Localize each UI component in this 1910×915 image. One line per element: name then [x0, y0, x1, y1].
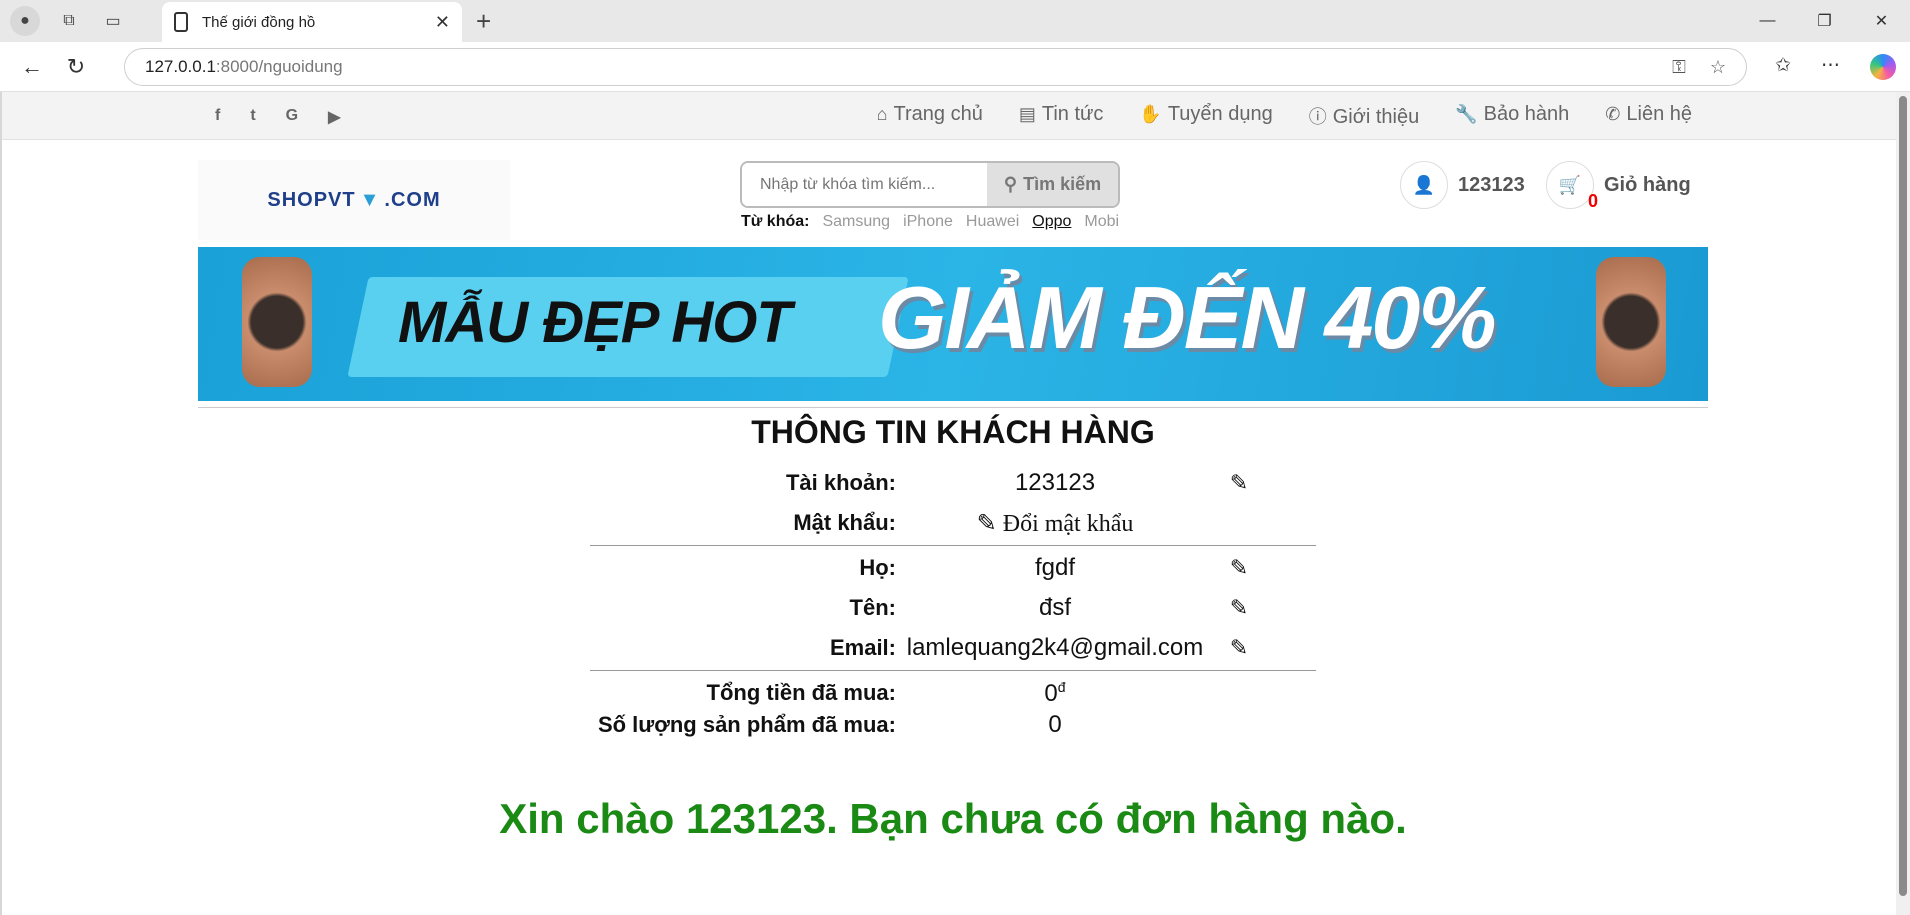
- search-button[interactable]: ⚲ Tìm kiếm: [987, 163, 1118, 206]
- wrench-icon: 🔧: [1455, 104, 1478, 124]
- close-tab-icon[interactable]: ✕: [435, 12, 450, 33]
- total-value: 0đ: [1044, 678, 1066, 707]
- twitter-icon[interactable]: t: [250, 107, 255, 127]
- account-row: Tài khoản: 123123 ✎: [590, 463, 1316, 503]
- menu-about[interactable]: ⓘ Giới thiệu: [1309, 103, 1419, 129]
- menu-news[interactable]: ▤ Tin tức: [1019, 103, 1104, 129]
- keyword-link[interactable]: Oppo: [1032, 213, 1071, 231]
- home-icon: ⌂: [876, 104, 888, 124]
- divider: [590, 670, 1316, 671]
- profile-icon[interactable]: ●: [10, 6, 40, 36]
- edit-account-icon[interactable]: ✎: [1214, 470, 1264, 496]
- total-row: Tổng tiền đã mua: 0đ: [590, 677, 1316, 709]
- search-box: ⚲Tìm kiếm: [740, 161, 1120, 208]
- workspaces-icon[interactable]: ⧉: [54, 6, 84, 36]
- search-input[interactable]: [742, 163, 987, 206]
- phone-icon: ✆: [1605, 104, 1621, 124]
- page-title: THÔNG TIN KHÁCH HÀNG: [751, 414, 1155, 450]
- username-label: 123123: [1458, 173, 1525, 196]
- keywords-label: Từ khóa:: [741, 213, 810, 230]
- menu-contact[interactable]: ✆ Liên hệ: [1605, 103, 1692, 129]
- edit-lastname-icon[interactable]: ✎: [1214, 555, 1264, 581]
- tab-actions-icon[interactable]: ▭: [98, 6, 128, 36]
- user-account[interactable]: 👤 123123: [1400, 161, 1525, 209]
- url-host: 127.0.0.1: [145, 57, 216, 76]
- firstname-row: Tên: đsf ✎: [590, 588, 1316, 628]
- edit-firstname-icon[interactable]: ✎: [1214, 595, 1264, 621]
- handshake-icon: ✋: [1139, 104, 1162, 124]
- address-bar-row: ← ↻ i 127.0.0.1:8000/nguoidung ⚿ ☆ ✩ ⋯: [0, 42, 1910, 391]
- divider: [198, 407, 1708, 408]
- favorites-icon[interactable]: ✩: [1775, 54, 1791, 80]
- banner-text-hot: MẪU ĐẸP HOT: [398, 290, 792, 355]
- pencil-icon: ✎: [976, 510, 997, 537]
- url-path: :8000/nguoidung: [215, 57, 343, 76]
- cart-count-badge: 0: [1588, 191, 1599, 211]
- promo-banner[interactable]: MẪU ĐẸP HOT GIẢM ĐẾN 40%: [198, 247, 1708, 401]
- account-value: 123123: [1014, 469, 1096, 496]
- search-icon: ⚲: [1003, 174, 1018, 194]
- customer-info: THÔNG TIN KHÁCH HÀNG Tài khoản: 123123 ✎…: [590, 414, 1316, 741]
- cart[interactable]: 🛒 0 Giỏ hàng: [1546, 161, 1691, 211]
- top-navigation: f t G ▶ ⌂ Trang chủ ▤ Tin tức ✋ Tuyển dụng …: [2, 92, 1910, 140]
- favorite-star-icon[interactable]: ☆: [1710, 57, 1726, 78]
- more-icon[interactable]: ⋯: [1821, 54, 1840, 80]
- facebook-icon[interactable]: f: [215, 107, 220, 127]
- lastname-value: fgdf: [1034, 554, 1076, 581]
- keyword-link[interactable]: iPhone: [903, 213, 953, 231]
- site-header: SHOPVT▼.COM ⚲Tìm kiếm Từ khóa: Samsung i…: [198, 160, 1708, 242]
- browser-tab-bar: ● ⧉ ▭ Thế giới đồng hồ ✕ + — ❐ ✕: [0, 0, 1910, 42]
- greeting-message: Xin chào 123123. Bạn chưa có đơn hàng nà…: [499, 795, 1407, 842]
- keywords: Từ khóa: Samsung iPhone Huawei Oppo Mobi: [741, 213, 1119, 231]
- newspaper-icon: ▤: [1018, 104, 1036, 124]
- key-icon[interactable]: ⚿: [1672, 57, 1686, 78]
- edit-email-icon[interactable]: ✎: [1214, 635, 1264, 661]
- menu-home[interactable]: ⌂ Trang chủ: [877, 103, 983, 129]
- page-content: f t G ▶ ⌂ Trang chủ ▤ Tin tức ✋ Tuyển dụng …: [0, 92, 1910, 915]
- phone-favicon-icon: [174, 12, 188, 32]
- watch-image: [242, 257, 312, 387]
- url-field[interactable]: i 127.0.0.1:8000/nguoidung ⚿ ☆: [124, 48, 1747, 391]
- banner-text-discount: GIẢM ĐẾN 40%: [878, 268, 1497, 367]
- password-row: Mật khẩu: ✎ Đổi mật khẩu: [590, 503, 1316, 543]
- new-tab-icon[interactable]: +: [476, 6, 491, 37]
- email-value: lamlequang2k4@gmail.com: [906, 634, 1204, 661]
- back-icon[interactable]: ←: [10, 54, 54, 80]
- divider: [590, 545, 1316, 546]
- user-icon: 👤: [1400, 161, 1448, 209]
- email-row: Email: lamlequang2k4@gmail.com ✎: [590, 628, 1316, 668]
- site-logo[interactable]: SHOPVT ▼ .COM: [198, 160, 510, 240]
- copilot-icon[interactable]: [1870, 54, 1896, 80]
- info-circle-icon: ⓘ: [1308, 107, 1327, 127]
- cart-icon: 🛒: [1546, 161, 1594, 209]
- cart-label: Giỏ hàng: [1604, 173, 1691, 196]
- scrollbar-thumb[interactable]: [1899, 96, 1907, 896]
- restore-icon[interactable]: ❐: [1796, 0, 1853, 42]
- keyword-link[interactable]: Samsung: [822, 213, 890, 231]
- window-close-icon[interactable]: ✕: [1853, 0, 1910, 42]
- menu-warranty[interactable]: 🔧 Bảo hành: [1455, 103, 1569, 129]
- quantity-row: Số lượng sản phẩm đã mua: 0: [590, 709, 1316, 741]
- youtube-icon[interactable]: ▶: [328, 107, 340, 127]
- tab-title: Thế giới đồng hồ: [202, 13, 316, 31]
- menu-recruitment[interactable]: ✋ Tuyển dụng: [1139, 103, 1272, 129]
- firstname-value: đsf: [1038, 594, 1071, 621]
- keyword-link[interactable]: Huawei: [966, 213, 1019, 231]
- change-password-link[interactable]: ✎ Đổi mật khẩu: [896, 509, 1214, 538]
- browser-tab[interactable]: Thế giới đồng hồ ✕: [162, 2, 462, 42]
- minimize-icon[interactable]: —: [1739, 0, 1796, 42]
- quantity-value: 0: [1048, 711, 1062, 738]
- keyword-link[interactable]: Mobi: [1084, 213, 1119, 231]
- logo-mark-icon: ▼: [359, 188, 381, 211]
- google-icon[interactable]: G: [286, 107, 298, 127]
- scrollbar[interactable]: [1896, 92, 1910, 915]
- refresh-icon[interactable]: ↻: [54, 54, 98, 80]
- watch-image: [1596, 257, 1666, 387]
- lastname-row: Họ: fgdf ✎: [590, 548, 1316, 588]
